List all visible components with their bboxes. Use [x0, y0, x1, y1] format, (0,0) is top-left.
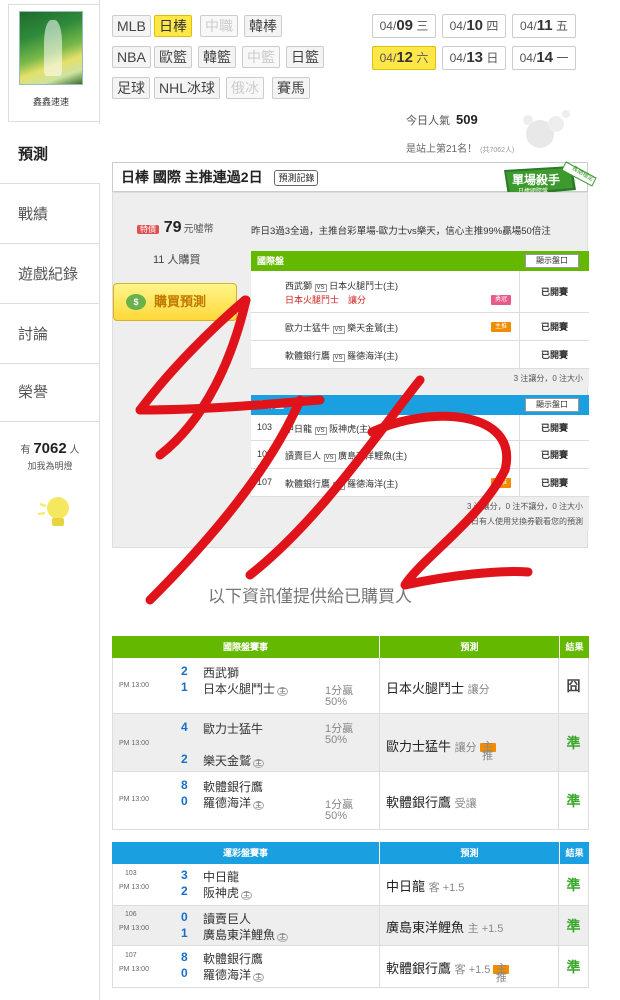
sidebar-item-record[interactable]: 戰績 — [0, 184, 100, 244]
panel-title: 日棒 國際 主推連過2日 — [121, 169, 263, 185]
table-row: 107 PM 13:00 8 軟體銀行鷹 0 羅德海洋主 軟體銀行鷹 客 +1.… — [112, 946, 589, 988]
popularity: 今日人氣 509 — [406, 112, 478, 127]
table-row: 106 讀賣巨人 VS 廣島東洋鯉魚(主) 已開賽 — [251, 441, 589, 469]
sport-tab-nba[interactable]: NBA — [112, 46, 151, 68]
fans-subtitle: 加我為明燈 — [27, 461, 73, 471]
site-rank: 是站上第21名！ (共7062人) — [406, 144, 515, 155]
date-tab-0409[interactable]: 04/09 三 — [372, 14, 436, 38]
profile-card[interactable]: 鑫鑫速速 — [8, 4, 100, 122]
date-tab-0413[interactable]: 04/13 日 — [442, 46, 506, 70]
lottery-results-table: 運彩盤賽事 預測 結果 103 PM 13:00 3 中日龍 2 阪神虎主 中日… — [112, 842, 589, 988]
table-row: PM 13:00 2 西武獅 1 日本火腿鬥士主 1分贏 50% 日本火腿鬥士 … — [112, 658, 589, 714]
show-odds-button[interactable]: 顯示盤口 — [525, 398, 579, 412]
lightbulb-icon[interactable] — [30, 494, 74, 530]
coin-icon: $ — [126, 294, 146, 310]
sport-tab-mlb[interactable]: MLB — [112, 15, 151, 37]
price-value: 79 — [163, 219, 182, 236]
table-row: 103 中日龍 VS 阪神虎(主) 已開賽 — [251, 415, 589, 441]
sidebar-item-discussion[interactable]: 討論 — [0, 304, 100, 364]
sidebar-item-predictions[interactable]: 預測 — [0, 124, 100, 184]
avatar[interactable] — [19, 11, 83, 85]
history-button[interactable]: 預測記錄 — [274, 170, 319, 187]
table-row: 西武獅 VS 日本火腿鬥士(主) 日本火腿鬥士 讓分 勇冠 已開賽 — [251, 271, 589, 313]
table-row: 107 軟體銀行鷹 VS 羅德海洋(主) 主推 已開賽 — [251, 469, 589, 497]
intl-results-table: 國際盤賽事 預測 結果 PM 13:00 2 西武獅 1 日本火腿鬥士主 1分贏… — [112, 636, 589, 830]
sport-tab-japan-baseball[interactable]: 日棒 — [154, 15, 192, 37]
date-tab-0412[interactable]: 04/12 六 — [372, 46, 436, 70]
game-status: 已開賽 — [519, 441, 589, 468]
sidebar-item-label: 遊戲紀錄 — [18, 266, 79, 283]
result-hit: 準 — [558, 864, 588, 905]
game-status: 已開賽 — [519, 313, 589, 340]
column-header-prediction: 預測 — [380, 842, 560, 864]
buyers-only-notice: 以下資訊僅提供給已購買人 — [208, 587, 412, 606]
intl-footer: 3 注讓分，0 注大小 — [251, 369, 589, 388]
game-status: 已開賽 — [519, 415, 589, 440]
table-row: 歐力士猛牛 VS 樂天金鷲(主) 主推 已開賽 — [251, 313, 589, 341]
date-tab-0411[interactable]: 04/11 五 — [512, 14, 576, 38]
fans-count: 7062 — [33, 440, 67, 457]
table-row: PM 13:00 8 軟體銀行鷹 0 羅德海洋主 1分贏 50% 軟體銀行鷹 受… — [112, 772, 589, 830]
lottery-footer: 3 注讓分，0 注不讓分，0 注大小 — [251, 497, 589, 516]
result-hit: 準 — [558, 946, 588, 987]
sidebar-item-label: 戰績 — [18, 206, 49, 223]
column-header-result: 結果 — [565, 642, 584, 652]
column-header-prediction: 預測 — [380, 636, 560, 658]
sport-tab-russia-hockey: 俄冰 — [226, 77, 264, 99]
coupon-note: 今日有人使用兌換券觀看您的預測 — [251, 516, 589, 531]
column-header-game: 運彩盤賽事 — [112, 842, 380, 864]
sport-tab-cpbl: 中職 — [200, 15, 238, 37]
username[interactable]: 鑫鑫速速 — [9, 95, 93, 108]
prediction-summary: 昨日3過3全過，主推台彩單場-歐力士vs樂天，信心主推99%贏場50倍注 — [251, 226, 551, 237]
column-header-game: 國際盤賽事 — [112, 636, 380, 658]
fan-count: 有 7062 人 加我為明燈 — [0, 440, 100, 472]
sidebar-item-game-log[interactable]: 遊戲紀錄 — [0, 244, 100, 304]
game-status: 已開賽 — [519, 271, 589, 312]
prediction-panel: 特價 79 元噓幣 11 人購買 $ 購買預測 昨日3過3全過，主推台彩單場-歐力… — [112, 192, 589, 548]
table-row: 106 PM 13:00 0 讀賣巨人 1 廣島東洋鯉魚主 廣島東洋鯉魚 主 +… — [112, 906, 589, 946]
sale-tag: 特價 — [137, 225, 159, 234]
game-status: 已開賽 — [519, 469, 589, 496]
show-odds-button[interactable]: 顯示盤口 — [525, 254, 579, 268]
sport-tab-horse-racing[interactable]: 賽馬 — [272, 77, 310, 99]
sport-tab-euro-basketball[interactable]: 歐籃 — [154, 46, 192, 68]
sidebar-item-label: 預測 — [18, 146, 49, 163]
intl-prediction-table: 國際盤 顯示盤口 西武獅 VS 日本火腿鬥士(主) 日本火腿鬥士 讓分 勇冠 已… — [251, 251, 589, 388]
result-hit: 準 — [558, 772, 588, 829]
sidebar-item-honors[interactable]: 榮譽 — [0, 362, 100, 422]
result-hit: 準 — [558, 714, 588, 771]
fans-prefix: 有 — [20, 445, 31, 456]
sidebar-item-label: 討論 — [18, 326, 49, 343]
sport-tab-china-basketball: 中籃 — [242, 46, 280, 68]
sport-tab-soccer[interactable]: 足球 — [112, 77, 150, 99]
result-hit: 準 — [558, 906, 588, 945]
table-row: 103 PM 13:00 3 中日龍 2 阪神虎主 中日龍 客 +1.5 準 — [112, 864, 589, 906]
buyer-count: 11 人購買 — [153, 254, 201, 266]
price: 特價 79 元噓幣 — [137, 219, 214, 237]
sidebar: 鑫鑫速速 預測 戰績 遊戲紀錄 討論 榮譽 有 7062 人 加我為明燈 — [0, 0, 100, 1000]
table-row: 軟體銀行鷹 VS 羅德海洋(主) 已開賽 — [251, 341, 589, 369]
sport-tab-korea-basketball[interactable]: 韓籃 — [198, 46, 236, 68]
sport-tab-kbo[interactable]: 韓棒 — [244, 15, 282, 37]
table-row: PM 13:00 4 歐力士猛牛 1分贏 50% 2 樂天金鷲主 歐力士猛牛 讓… — [112, 714, 589, 772]
sidebar-item-label: 榮譽 — [18, 384, 49, 401]
result-miss: 囧 — [558, 658, 588, 713]
date-tab-0410[interactable]: 04/10 四 — [442, 14, 506, 38]
buy-prediction-button[interactable]: $ 購買預測 — [113, 283, 237, 321]
fans-suffix: 人 — [69, 445, 80, 456]
splash-decoration-icon — [523, 110, 570, 148]
svg-text:單場殺手: 單場殺手 — [512, 172, 560, 187]
column-header-result: 結果 — [565, 848, 584, 858]
lottery-prediction-table: 運彩盤 顯示盤口 103 中日龍 VS 阪神虎(主) 已開賽 106 讀賣巨人 … — [251, 395, 589, 531]
game-status: 已開賽 — [519, 341, 589, 368]
sport-tab-japan-basketball[interactable]: 日籃 — [286, 46, 324, 68]
sport-tab-nhl[interactable]: NHL冰球 — [154, 77, 221, 99]
date-tab-0414[interactable]: 04/14 一 — [512, 46, 576, 70]
